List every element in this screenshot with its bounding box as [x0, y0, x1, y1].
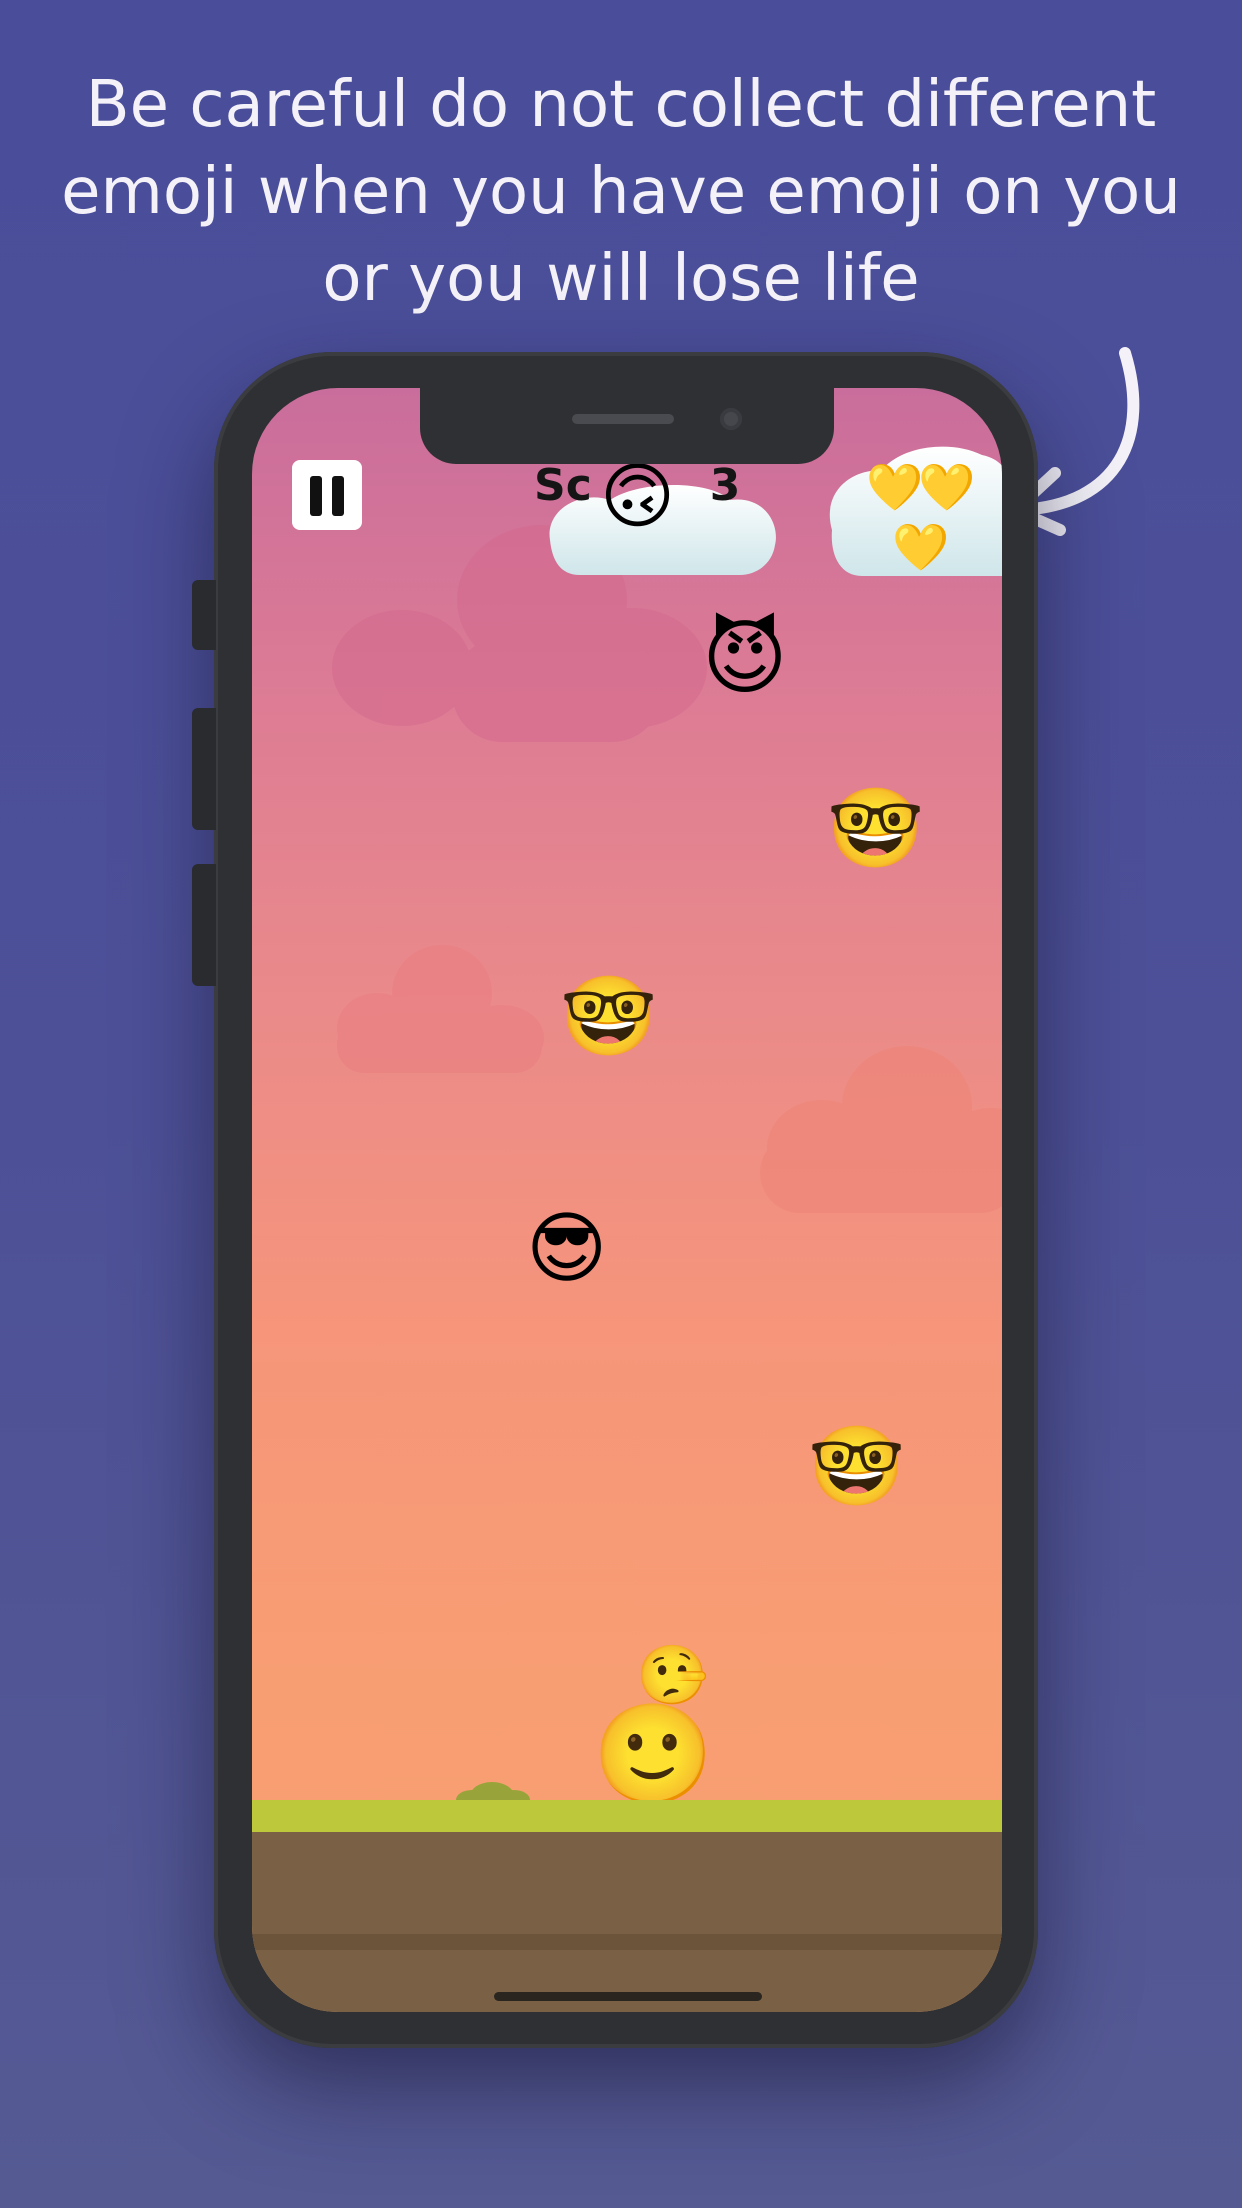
- caption-line-2: emoji when you have emoji on you: [61, 155, 1181, 229]
- nerd-emoji: 🤓: [827, 784, 925, 874]
- score-value: 3: [709, 460, 741, 511]
- phone-notch: [420, 388, 834, 464]
- instruction-caption: Be careful do not collect different emoj…: [60, 62, 1182, 323]
- nerd-emoji: 🤓: [560, 972, 658, 1062]
- heart-icon: 💛: [892, 520, 950, 574]
- upside-down-face-emoji: 🙃: [600, 454, 676, 538]
- devil-emoji: 😈: [702, 611, 788, 706]
- sunglasses-emoji: 😎: [526, 1204, 608, 1294]
- ground-dirt: [252, 1832, 1002, 2012]
- lying-face-emoji: 🤥: [636, 1641, 709, 1709]
- pause-bar-left: [310, 476, 322, 516]
- heart-icon: 💛: [918, 460, 976, 514]
- heart-icon: 💛: [866, 460, 924, 514]
- ground-band: [252, 1934, 1002, 1950]
- score-label-visible: Sc: [534, 460, 592, 511]
- nerd-emoji: 🤓: [808, 1422, 906, 1512]
- game-screen[interactable]: Sc 3 🙃 💛 💛 💛 😈 🤓 🤓 😎 🤓 🤥 🙂: [252, 388, 1002, 2012]
- phone-mute-switch: [192, 580, 216, 650]
- caption-line-3: or you will lose life: [322, 242, 920, 316]
- pause-button[interactable]: [292, 460, 362, 530]
- pause-bar-right: [332, 476, 344, 516]
- front-camera: [720, 408, 742, 430]
- home-indicator[interactable]: [494, 1992, 762, 2001]
- phone-volume-down: [192, 864, 216, 986]
- speaker-grille: [572, 414, 674, 424]
- phone-volume-up: [192, 708, 216, 830]
- player-emoji[interactable]: 🙂: [592, 1706, 714, 1804]
- ground-grass: [252, 1800, 1002, 1832]
- caption-line-1: Be careful do not collect different: [85, 68, 1157, 142]
